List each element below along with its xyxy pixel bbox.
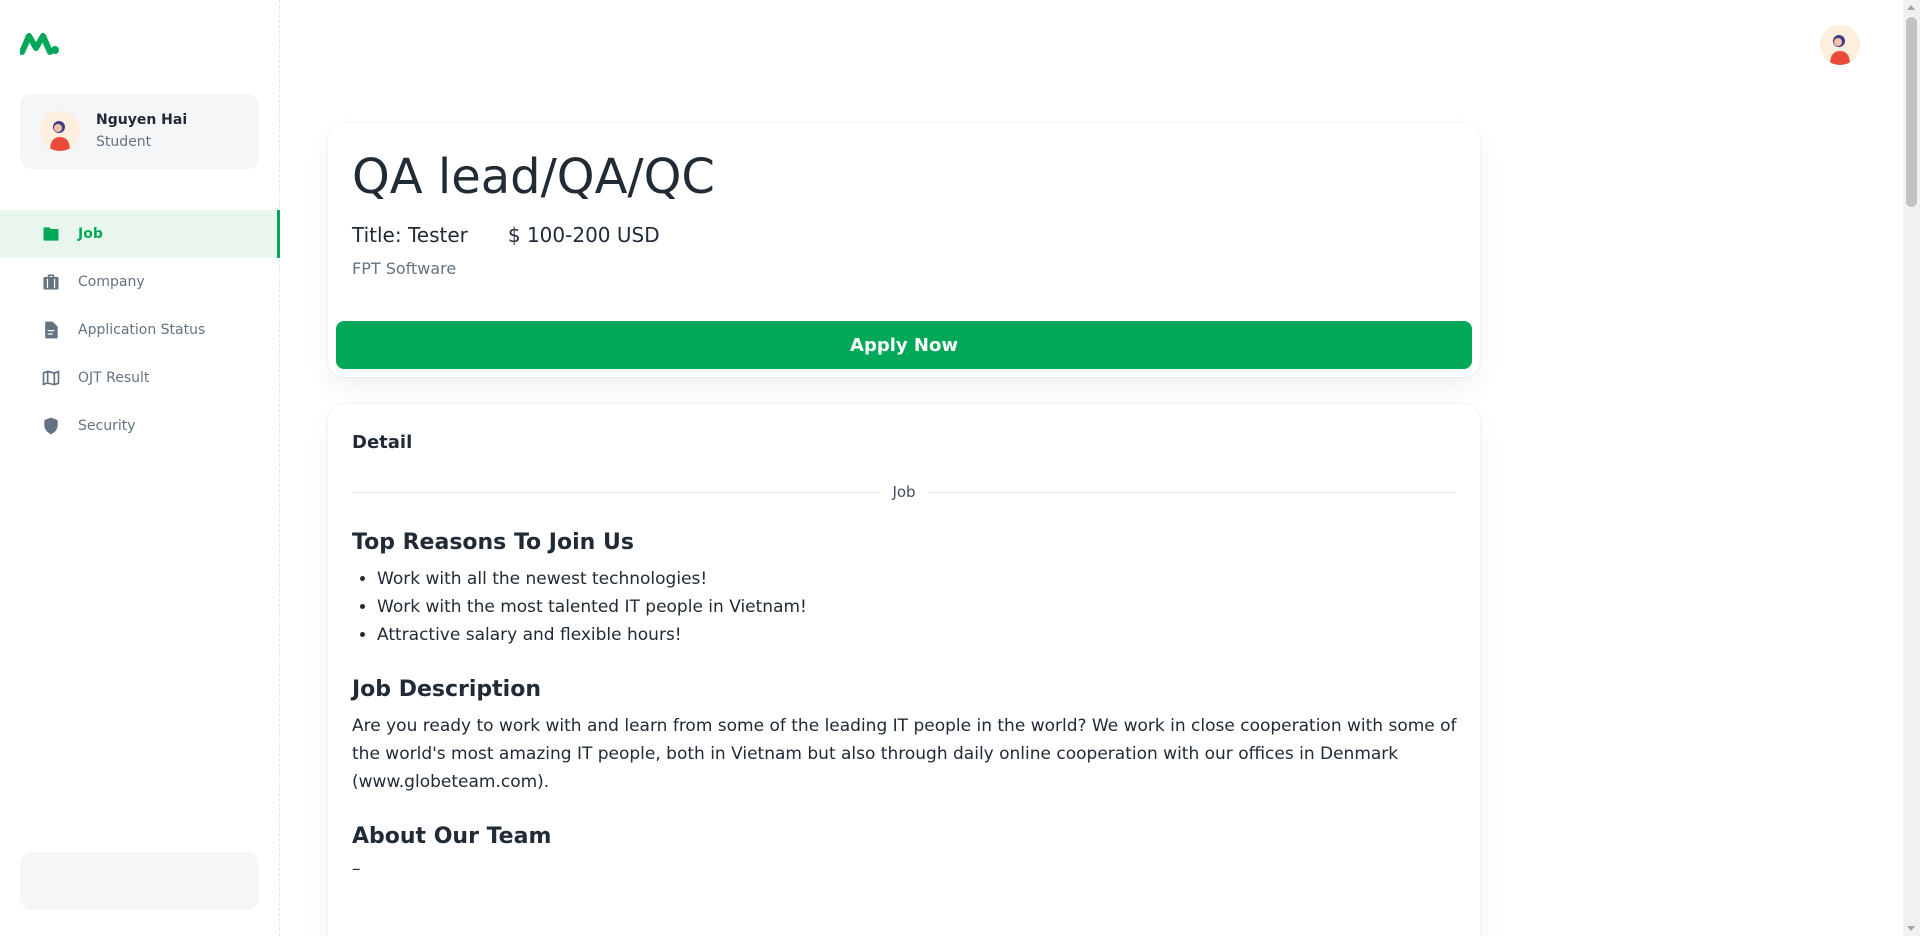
app-logo[interactable] bbox=[19, 30, 60, 56]
user-avatar bbox=[40, 111, 80, 151]
divider-label: Job bbox=[892, 483, 916, 501]
job-salary: $ 100-200 USD bbox=[507, 223, 660, 247]
section-divider: Job bbox=[352, 482, 1456, 502]
reasons-heading: Top Reasons To Join Us bbox=[352, 530, 634, 555]
document-icon bbox=[40, 319, 62, 341]
scroll-up-arrow-icon[interactable] bbox=[1907, 5, 1915, 10]
sidebar-nav: Job Company Application Status OJT Resul… bbox=[0, 210, 280, 450]
job-position: Title: Tester bbox=[352, 223, 468, 247]
sidebar-item-label: Job bbox=[78, 226, 103, 242]
list-item: Work with the most talented IT people in… bbox=[377, 593, 1462, 621]
shield-icon bbox=[40, 415, 62, 437]
sidebar-item-company[interactable]: Company bbox=[0, 258, 280, 306]
job-detail-card: Detail Job Top Reasons To Join Us Work w… bbox=[328, 404, 1480, 936]
sidebar-item-label: Application Status bbox=[78, 322, 206, 338]
scrollbar-thumb[interactable] bbox=[1906, 17, 1917, 207]
sidebar-item-label: Company bbox=[78, 274, 145, 290]
list-item: Attractive salary and flexible hours! bbox=[377, 621, 1462, 649]
apply-now-button[interactable]: Apply Now bbox=[336, 321, 1472, 369]
user-name: Nguyen Hai bbox=[96, 112, 188, 128]
job-title: QA lead/QA/QC bbox=[352, 149, 715, 205]
map-icon bbox=[40, 367, 62, 389]
description-heading: Job Description bbox=[352, 677, 541, 702]
reasons-list: Work with all the newest technologies! W… bbox=[352, 565, 1462, 649]
sidebar-item-label: OJT Result bbox=[78, 370, 150, 386]
briefcase-icon bbox=[40, 271, 62, 293]
sidebar-item-job[interactable]: Job bbox=[0, 210, 280, 258]
list-item: Work with all the newest technologies! bbox=[377, 565, 1462, 593]
sidebar-item-security[interactable]: Security bbox=[0, 402, 280, 450]
sidebar: Nguyen Hai Student Job Company Applicati… bbox=[0, 0, 280, 936]
vertical-scrollbar[interactable] bbox=[1903, 0, 1920, 936]
scroll-down-arrow-icon[interactable] bbox=[1907, 926, 1915, 931]
job-content: Top Reasons To Join Us Work with all the… bbox=[352, 530, 1462, 879]
team-heading: About Our Team bbox=[352, 824, 552, 849]
description-text: Are you ready to work with and learn fro… bbox=[352, 716, 1457, 792]
sidebar-item-ojt-result[interactable]: OJT Result bbox=[0, 354, 280, 402]
account-avatar[interactable] bbox=[1820, 25, 1860, 65]
divider-line bbox=[352, 491, 881, 493]
job-meta: Title: Tester $ 100-200 USD bbox=[352, 223, 660, 247]
job-header-card: QA lead/QA/QC Title: Tester $ 100-200 US… bbox=[328, 123, 1480, 377]
user-role: Student bbox=[96, 134, 152, 150]
folder-icon bbox=[40, 223, 62, 245]
company-name: FPT Software bbox=[352, 259, 457, 278]
sidebar-item-label: Security bbox=[78, 418, 136, 434]
sidebar-item-application-status[interactable]: Application Status bbox=[0, 306, 280, 354]
team-text: – bbox=[352, 859, 361, 879]
user-card[interactable]: Nguyen Hai Student bbox=[20, 94, 259, 169]
detail-heading: Detail bbox=[352, 432, 413, 453]
sidebar-footer bbox=[20, 852, 259, 910]
divider-line bbox=[927, 491, 1456, 493]
